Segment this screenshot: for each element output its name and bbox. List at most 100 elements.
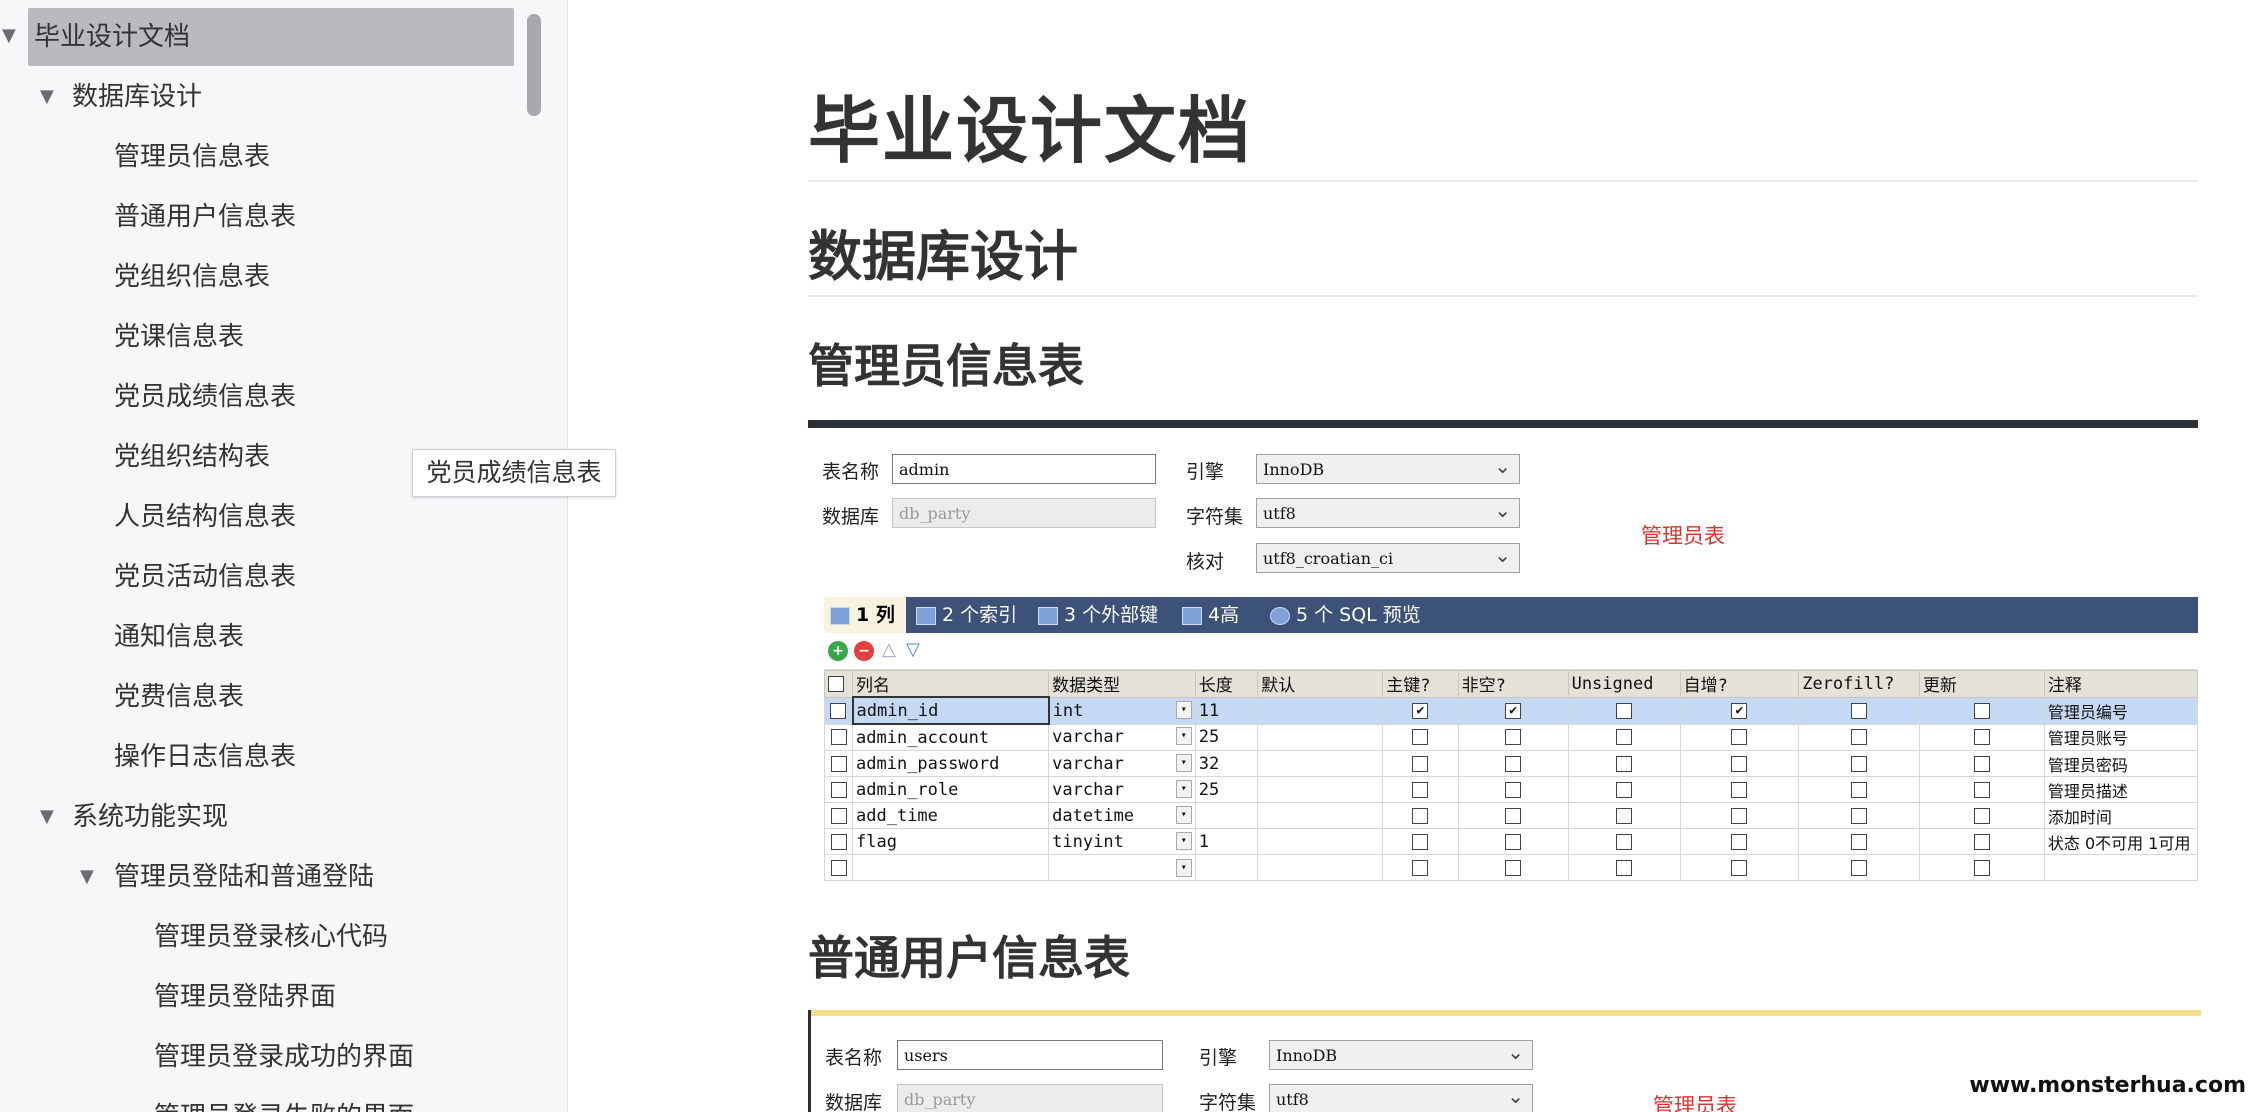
checkbox-cell[interactable] — [1679, 854, 1800, 881]
checkbox-cell[interactable] — [1567, 854, 1681, 881]
checkbox-cell[interactable] — [1567, 776, 1681, 803]
checkbox-cell[interactable] — [1457, 828, 1569, 855]
checkbox[interactable] — [1505, 781, 1522, 798]
checkbox[interactable] — [1973, 729, 1990, 746]
length-cell[interactable]: 1 — [1194, 828, 1259, 855]
move-up-icon[interactable]: △ — [882, 639, 896, 660]
length-cell[interactable]: 25 — [1194, 723, 1259, 751]
column-name-cell[interactable] — [852, 854, 1050, 881]
outline-item[interactable]: 操作日志信息表 — [114, 728, 296, 786]
checkbox[interactable] — [1851, 807, 1868, 824]
checkbox[interactable] — [830, 833, 847, 850]
checkbox-cell[interactable] — [1382, 802, 1459, 829]
chevron-down-icon[interactable]: ▾ — [1175, 779, 1192, 798]
checkbox[interactable] — [1851, 755, 1868, 772]
outline-item-doc-title[interactable]: 毕业设计文档 — [28, 8, 514, 66]
grid-header[interactable]: 数据类型 — [1048, 670, 1196, 698]
outline-item[interactable]: 管理员信息表 — [114, 128, 270, 186]
outline-item[interactable]: 党组织结构表 — [114, 428, 270, 486]
checkbox-cell[interactable] — [1918, 723, 2045, 751]
outline-item-login[interactable]: 管理员登陆和普通登陆 — [114, 848, 374, 906]
column-name-cell[interactable]: add_time — [852, 802, 1050, 829]
checkbox[interactable] — [1412, 755, 1429, 772]
checkbox-cell[interactable] — [1798, 854, 1920, 881]
checkbox-cell[interactable] — [1382, 776, 1459, 803]
grid-header[interactable]: 自增? — [1679, 670, 1800, 698]
table-name-input[interactable]: users — [897, 1040, 1163, 1070]
checkbox-cell[interactable] — [1567, 828, 1681, 855]
data-type-cell[interactable]: int ▾ — [1048, 696, 1196, 725]
checkbox[interactable] — [830, 807, 847, 824]
checkbox[interactable] — [1731, 833, 1748, 850]
chevron-down-icon[interactable]: ▾ — [1175, 753, 1192, 772]
comment-cell[interactable] — [2043, 854, 2198, 881]
checkbox[interactable] — [1412, 781, 1429, 798]
default-cell[interactable] — [1257, 776, 1384, 803]
checkbox[interactable] — [830, 755, 847, 772]
checkbox[interactable] — [830, 729, 847, 746]
checkbox[interactable] — [1973, 807, 1990, 824]
checkbox-cell[interactable] — [823, 723, 854, 751]
checkbox[interactable]: ✔ — [1412, 702, 1429, 719]
tab-columns[interactable]: 1 列 — [824, 597, 906, 633]
checkbox-cell[interactable] — [1382, 828, 1459, 855]
table-row[interactable]: admin_role varchar ▾ 25 管理员描述 — [823, 776, 2198, 803]
checkbox-cell[interactable] — [1918, 854, 2045, 881]
checkbox-cell[interactable] — [1918, 802, 2045, 829]
checkbox-cell[interactable] — [1567, 802, 1681, 829]
default-cell[interactable] — [1257, 828, 1384, 855]
checkbox-cell[interactable] — [1382, 723, 1459, 751]
grid-header[interactable]: 注释 — [2043, 670, 2198, 698]
column-name-cell[interactable]: admin_id — [851, 696, 1050, 725]
table-row[interactable]: admin_password varchar ▾ 32 管理员密码 — [823, 750, 2198, 777]
outline-item[interactable]: 管理员登录核心代码 — [154, 908, 388, 966]
comment-cell[interactable]: 管理员编号 — [2043, 696, 2198, 725]
chevron-down-icon[interactable]: ▾ — [1175, 858, 1192, 877]
checkbox[interactable] — [1412, 729, 1429, 746]
checkbox-cell[interactable] — [1382, 750, 1459, 777]
checkbox-cell[interactable] — [823, 750, 854, 777]
checkbox-cell[interactable] — [823, 776, 854, 803]
data-type-cell[interactable]: tinyint ▾ — [1048, 828, 1196, 855]
checkbox-cell[interactable] — [1918, 696, 2045, 725]
length-cell[interactable] — [1194, 802, 1259, 829]
tab-advanced[interactable]: 4高级 — [1176, 597, 1258, 662]
checkbox-cell[interactable] — [1457, 776, 1569, 803]
engine-select[interactable]: InnoDB — [1256, 451, 1520, 484]
data-type-cell[interactable]: varchar ▾ — [1048, 723, 1196, 751]
default-cell[interactable] — [1257, 723, 1384, 751]
collapse-caret-icon[interactable]: ▼ — [40, 806, 54, 827]
data-type-cell[interactable]: varchar ▾ — [1048, 776, 1196, 803]
column-name-cell[interactable]: flag — [852, 828, 1050, 855]
data-type-cell[interactable]: varchar ▾ — [1048, 750, 1196, 777]
outline-item[interactable]: 管理员登录成功的界面 — [154, 1028, 414, 1086]
outline-item[interactable]: 党课信息表 — [114, 308, 244, 366]
delete-column-icon[interactable]: − — [854, 641, 874, 661]
comment-cell[interactable]: 管理员账号 — [2043, 723, 2198, 751]
sidebar-scrollbar-track[interactable] — [523, 0, 545, 1112]
outline-item[interactable]: 党组织信息表 — [114, 248, 270, 306]
checkbox-cell[interactable] — [1798, 750, 1920, 777]
checkbox-cell[interactable] — [1918, 828, 2045, 855]
table-row[interactable]: add_time datetime ▾ 添加时间 — [823, 802, 2198, 829]
checkbox-cell[interactable]: ✔ — [1457, 696, 1569, 725]
column-name-cell[interactable]: admin_account — [852, 723, 1050, 751]
checkbox[interactable] — [1973, 859, 1990, 876]
grid-header[interactable]: 长度 — [1194, 670, 1259, 698]
checkbox-cell[interactable] — [1798, 776, 1920, 803]
checkbox[interactable] — [1616, 729, 1633, 746]
table-row[interactable]: flag tinyint ▾ 1 状态 0不可用 1可用 — [823, 828, 2198, 855]
table-name-input[interactable]: admin — [892, 454, 1156, 484]
default-cell[interactable] — [1257, 696, 1384, 725]
chevron-down-icon[interactable]: ▾ — [1175, 727, 1192, 746]
checkbox[interactable] — [1505, 807, 1522, 824]
grid-header[interactable]: Zerofill? — [1798, 670, 1920, 698]
checkbox[interactable] — [1505, 755, 1522, 772]
comment-cell[interactable]: 状态 0不可用 1可用 — [2043, 828, 2198, 855]
checkbox-cell[interactable] — [823, 802, 854, 829]
sidebar-scrollbar-thumb[interactable] — [527, 14, 541, 116]
checkbox[interactable] — [1973, 755, 1990, 772]
checkbox-cell[interactable] — [823, 828, 854, 855]
checkbox[interactable] — [1412, 807, 1429, 824]
checkbox[interactable] — [1851, 859, 1868, 876]
